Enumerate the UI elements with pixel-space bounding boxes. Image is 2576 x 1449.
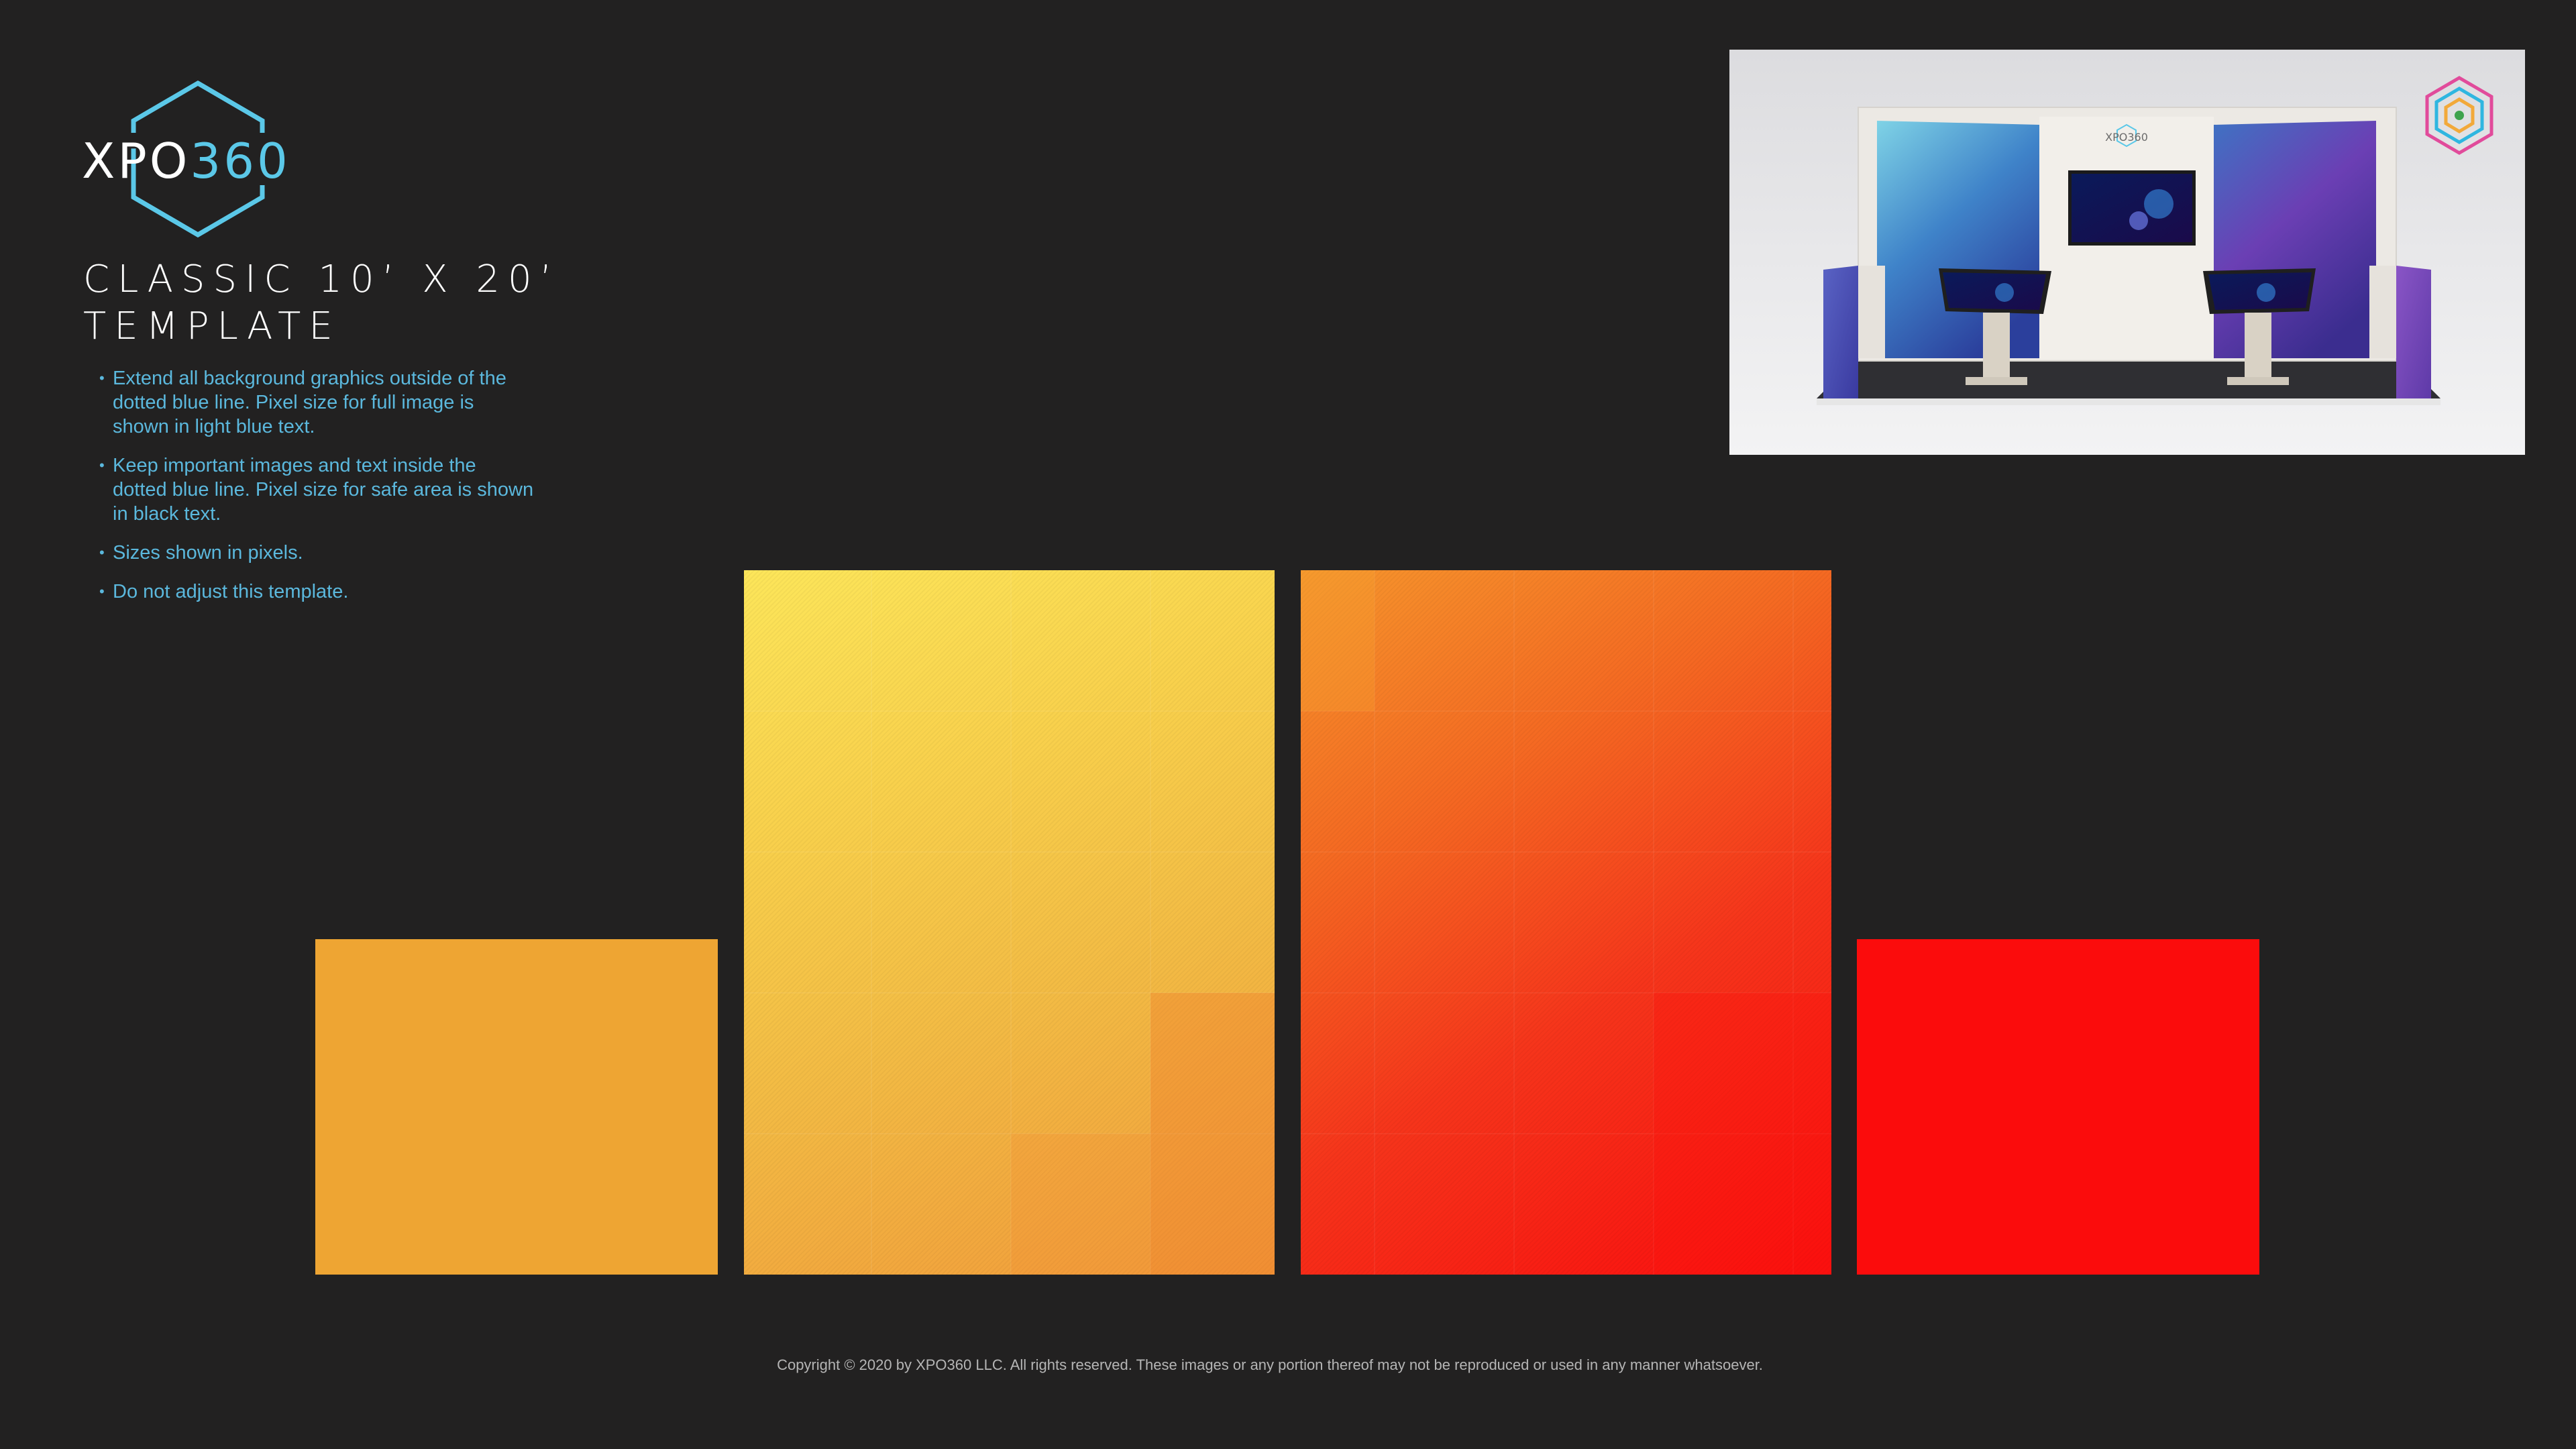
template-title-line1: CLASSIC 10’ X 20’ <box>83 258 560 301</box>
copyright-notice: Copyright © 2020 by XPO360 LLC. All righ… <box>777 1356 1763 1373</box>
left-return-panel <box>315 939 718 1275</box>
center-right-panel <box>1301 570 1831 1275</box>
logo-name: XPO <box>82 133 191 189</box>
color-hex-logo-icon <box>2425 76 2493 155</box>
instruction-item: Extend all background graphics outside o… <box>99 366 535 439</box>
right-return-panel <box>1857 939 2259 1275</box>
instructions-list: Extend all background graphics outside o… <box>99 366 535 619</box>
center-left-panel <box>744 570 1275 1275</box>
logo-wordmark: XPO360 <box>82 137 290 185</box>
logo-accent: 360 <box>190 133 290 189</box>
template-title-line2: TEMPLATE <box>83 305 341 348</box>
instruction-item: Sizes shown in pixels. <box>99 541 535 565</box>
center-right-grid <box>1301 570 1831 1275</box>
booth-preview-image: XPO360 <box>1729 50 2525 455</box>
template-title: CLASSIC 10’ X 20’ TEMPLATE <box>83 256 566 350</box>
instruction-item: Do not adjust this template. <box>99 580 535 604</box>
booth-logo-text: XPO360 <box>2105 131 2148 144</box>
xpo360-logo: XPO360 <box>74 79 322 240</box>
booth-render: XPO360 <box>1817 76 2493 405</box>
instruction-item: Keep important images and text inside th… <box>99 453 535 526</box>
center-left-grid <box>744 570 1275 1275</box>
